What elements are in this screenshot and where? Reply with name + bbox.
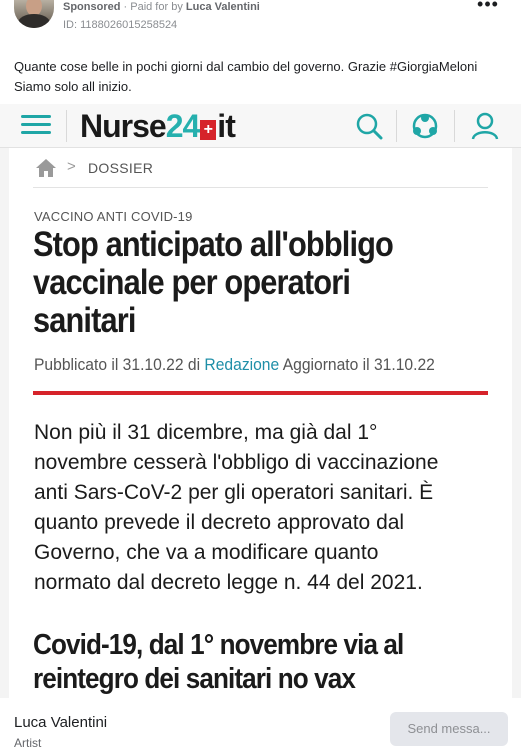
- article: > DOSSIER VACCINO ANTI COVID-19 Stop ant…: [9, 148, 512, 698]
- article-subheading: Covid-19, dal 1° novembre via al reinteg…: [33, 629, 404, 695]
- logo-text-1: Nurse: [80, 108, 167, 144]
- send-message-button[interactable]: Send messa...: [390, 712, 508, 746]
- byline-published: Pubblicato il 31.10.22 di: [34, 355, 205, 374]
- user-icon: [471, 112, 499, 140]
- article-headline: Stop anticipato all'obbligo vaccinale pe…: [33, 225, 394, 340]
- breadcrumb: > DOSSIER: [33, 156, 488, 188]
- avatar[interactable]: [14, 0, 54, 28]
- article-byline: Pubblicato il 31.10.22 di Redazione Aggi…: [34, 355, 435, 375]
- nav-divider: [396, 110, 397, 142]
- sponsored-line: Sponsored · Paid for by Luca Valentini: [63, 1, 260, 13]
- byline-author: Redazione: [204, 355, 280, 374]
- community-icon: [412, 113, 438, 139]
- breadcrumb-separator: >: [67, 158, 76, 175]
- ad-footer: Luca Valentini Artist Send messa...: [0, 698, 521, 749]
- site-logo: Nurse24 + it: [80, 108, 236, 144]
- ad-creative-image[interactable]: Nurse24 + it > DOSSIER VACCINO ANTI COVID-…: [0, 104, 521, 698]
- logo-text-3: it: [217, 108, 236, 144]
- page-name[interactable]: Luca Valentini: [14, 714, 107, 731]
- breadcrumb-dossier: DOSSIER: [88, 160, 154, 176]
- more-options-icon[interactable]: •••: [476, 0, 500, 14]
- article-kicker: VACCINO ANTI COVID-19: [34, 209, 193, 224]
- ad-caption: Quante cose belle in pochi giorni dal ca…: [14, 59, 478, 94]
- logo-text-2: 24: [165, 108, 201, 144]
- sponsored-label: Sponsored: [63, 1, 121, 13]
- paid-for-label: Paid for by: [130, 1, 183, 13]
- article-body: Non più il 31 dicembre, ma già dal 1° no…: [34, 421, 439, 594]
- ad-header: Sponsored · Paid for by Luca Valentini I…: [0, 0, 521, 44]
- red-divider: [33, 391, 488, 395]
- separator: ·: [120, 1, 131, 13]
- menu-icon: [21, 113, 51, 137]
- search-icon: [356, 113, 383, 140]
- nav-divider: [66, 110, 67, 142]
- nav-divider: [454, 110, 455, 142]
- site-navbar: Nurse24 + it: [0, 104, 521, 148]
- ad-id: ID: 1188026015258524: [63, 19, 178, 31]
- advertiser-name[interactable]: Luca Valentini: [186, 1, 260, 13]
- home-icon: [36, 159, 56, 177]
- page-category: Artist: [14, 736, 42, 749]
- byline-updated: Aggiornato il 31.10.22: [279, 355, 435, 374]
- logo-plus: +: [200, 120, 217, 140]
